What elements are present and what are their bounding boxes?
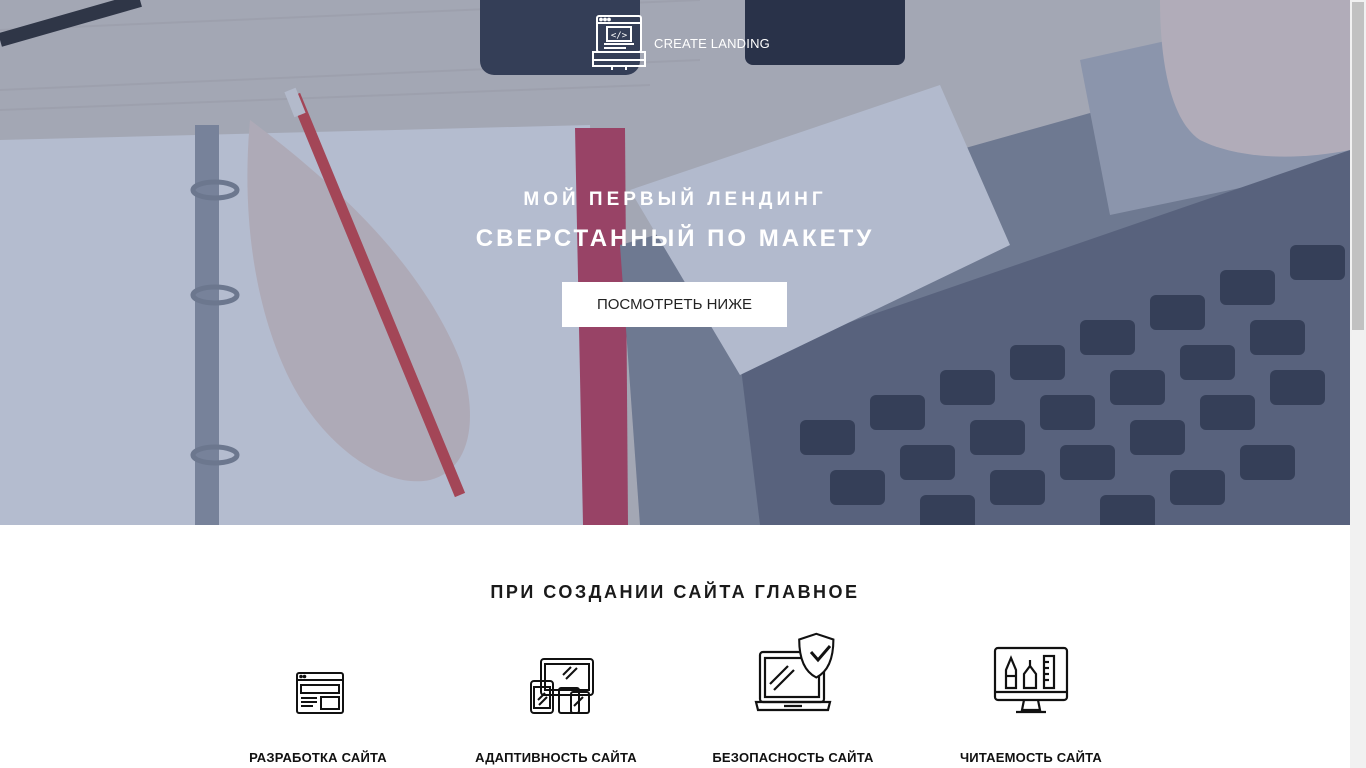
logo-text: CREATE LANDING [654,35,770,51]
svg-text:</>: </> [611,31,628,41]
feature-item-responsive: АДАПТИВНОСТЬ САЙТА [436,630,676,765]
feature-label: АДАПТИВНОСТЬ САЙТА [475,750,637,765]
monitor-design-tools-icon [993,646,1069,714]
hero-section: </> CREATE LANDING МОЙ ПЕРВЫЙ ЛЕНДИНГ СВ… [0,0,1350,525]
scroll-down-button[interactable]: ПОСМОТРЕТЬ НИЖЕ [562,282,787,327]
feature-item-readability: ЧИТАЕМОСТЬ САЙТА [911,630,1151,765]
code-window-icon: </> [592,15,646,70]
page-scrollbar[interactable] [1350,0,1366,768]
feature-label: БЕЗОПАСНОСТЬ САЙТА [712,750,874,765]
hero-title-line2: СВЕРСТАННЫЙ ПО МАКЕТУ [475,225,875,252]
feature-label: РАЗРАБОТКА САЙТА [249,750,387,765]
laptop-shield-icon [754,632,835,712]
hero-overlay [0,0,1350,525]
site-logo[interactable]: </> CREATE LANDING [590,14,770,72]
responsive-devices-icon [530,658,594,714]
feature-label: ЧИТАЕМОСТЬ САЙТА [959,750,1103,765]
feature-item-security: БЕЗОПАСНОСТЬ САЙТА [673,630,913,765]
browser-window-icon [296,672,344,714]
scrollbar-thumb[interactable] [1352,2,1364,330]
hero-title-line1: МОЙ ПЕРВЫЙ ЛЕНДИНГ [523,189,827,210]
feature-item-development: РАЗРАБОТКА САЙТА [198,630,438,765]
features-title: ПРИ СОЗДАНИИ САЙТА ГЛАВНОЕ [490,582,860,602]
